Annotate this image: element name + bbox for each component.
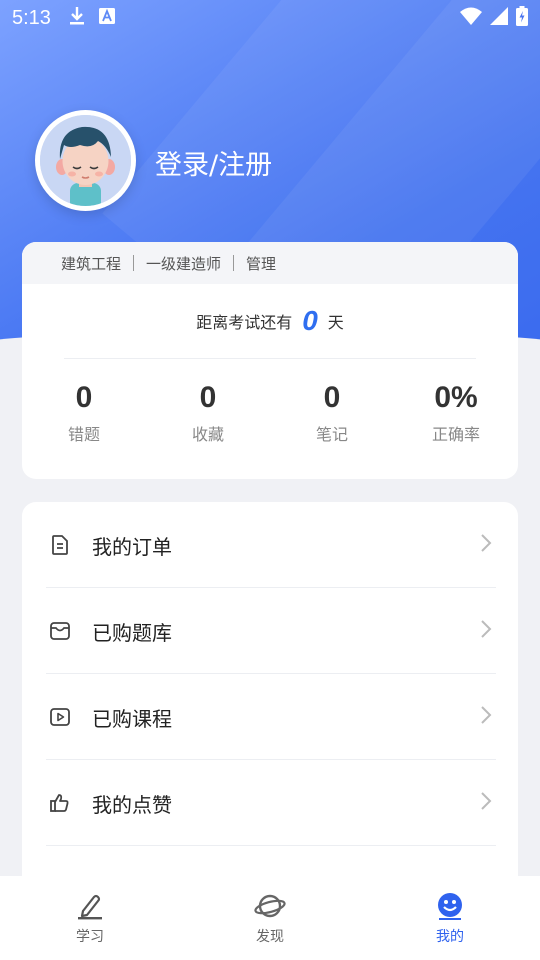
avatar-image bbox=[40, 115, 131, 206]
tag-divider bbox=[133, 255, 135, 271]
stat-value: 0 bbox=[75, 381, 93, 414]
cell-signal-icon bbox=[490, 7, 508, 29]
status-time: 5:13 bbox=[12, 6, 51, 29]
menu-label: 我的点赞 bbox=[92, 792, 172, 817]
thumbs-up-icon bbox=[48, 791, 72, 815]
stat-label: 笔记 bbox=[315, 425, 348, 444]
countdown-days: 0 bbox=[302, 305, 318, 336]
a-badge-icon bbox=[98, 8, 115, 28]
exam-info-card: 建筑工程 一级建造师 管理 距离考试还有 0 天 0 错题 0 收藏 0 笔记 … bbox=[22, 242, 518, 479]
menu-label: 我的订单 bbox=[92, 534, 172, 559]
menu-item-my-likes[interactable]: 我的点赞 bbox=[22, 760, 518, 846]
countdown-suffix: 天 bbox=[327, 313, 344, 332]
menu-label: 已购课程 bbox=[92, 706, 172, 731]
chevron-right-icon bbox=[480, 533, 492, 557]
exam-tag: 建筑工程 bbox=[61, 254, 122, 273]
exam-tags-bar[interactable]: 建筑工程 一级建造师 管理 bbox=[22, 242, 518, 284]
exam-tag: 管理 bbox=[246, 254, 277, 273]
planet-icon bbox=[254, 892, 286, 924]
tab-discover[interactable]: 发现 bbox=[180, 876, 360, 960]
stat-label: 收藏 bbox=[191, 425, 224, 444]
stat-value: 0 bbox=[199, 381, 217, 414]
tab-label: 我的 bbox=[436, 929, 464, 945]
play-icon bbox=[48, 705, 72, 729]
countdown-prefix: 距离考试还有 bbox=[196, 313, 293, 332]
menu-item-purchased-question-bank[interactable]: 已购题库 bbox=[22, 588, 518, 674]
stat-value: 0% bbox=[434, 381, 478, 414]
stat-label: 正确率 bbox=[431, 425, 480, 444]
menu-card: 我的订单 已购题库 已购课程 我的点赞 bbox=[22, 502, 518, 902]
tag-divider bbox=[233, 255, 235, 271]
battery-charging-icon bbox=[516, 6, 528, 30]
document-icon bbox=[48, 533, 72, 557]
tab-label: 发现 bbox=[256, 929, 284, 945]
status-bar: 5:13 bbox=[0, 0, 540, 36]
chevron-right-icon bbox=[480, 705, 492, 729]
stat-value: 0 bbox=[323, 381, 341, 414]
chevron-right-icon bbox=[480, 791, 492, 815]
menu-label: 已购题库 bbox=[92, 620, 172, 645]
wifi-icon bbox=[460, 7, 482, 29]
stat-label: 错题 bbox=[67, 425, 100, 444]
avatar[interactable] bbox=[35, 110, 136, 211]
stat-notes[interactable]: 0 笔记 bbox=[270, 381, 394, 445]
smile-icon bbox=[435, 892, 465, 924]
menu-item-my-orders[interactable]: 我的订单 bbox=[22, 502, 518, 588]
login-register-link[interactable]: 登录/注册 bbox=[155, 143, 272, 182]
stat-favorites[interactable]: 0 收藏 bbox=[146, 381, 270, 445]
chevron-right-icon bbox=[480, 619, 492, 643]
menu-item-purchased-courses[interactable]: 已购课程 bbox=[22, 674, 518, 760]
stat-wrong-questions[interactable]: 0 错题 bbox=[22, 381, 146, 445]
exam-countdown: 距离考试还有 0 天 bbox=[22, 284, 518, 358]
download-icon bbox=[69, 6, 85, 30]
tab-study[interactable]: 学习 bbox=[0, 876, 180, 960]
tab-label: 学习 bbox=[76, 929, 104, 945]
divider bbox=[64, 358, 476, 359]
pen-icon bbox=[75, 892, 105, 924]
stat-accuracy[interactable]: 0% 正确率 bbox=[394, 381, 518, 445]
tab-mine[interactable]: 我的 bbox=[360, 876, 540, 960]
stats-row: 0 错题 0 收藏 0 笔记 0% 正确率 bbox=[22, 381, 518, 445]
inbox-icon bbox=[48, 619, 72, 643]
exam-tag: 一级建造师 bbox=[146, 254, 222, 273]
bottom-tab-bar: 学习 发现 我的 bbox=[0, 876, 540, 960]
